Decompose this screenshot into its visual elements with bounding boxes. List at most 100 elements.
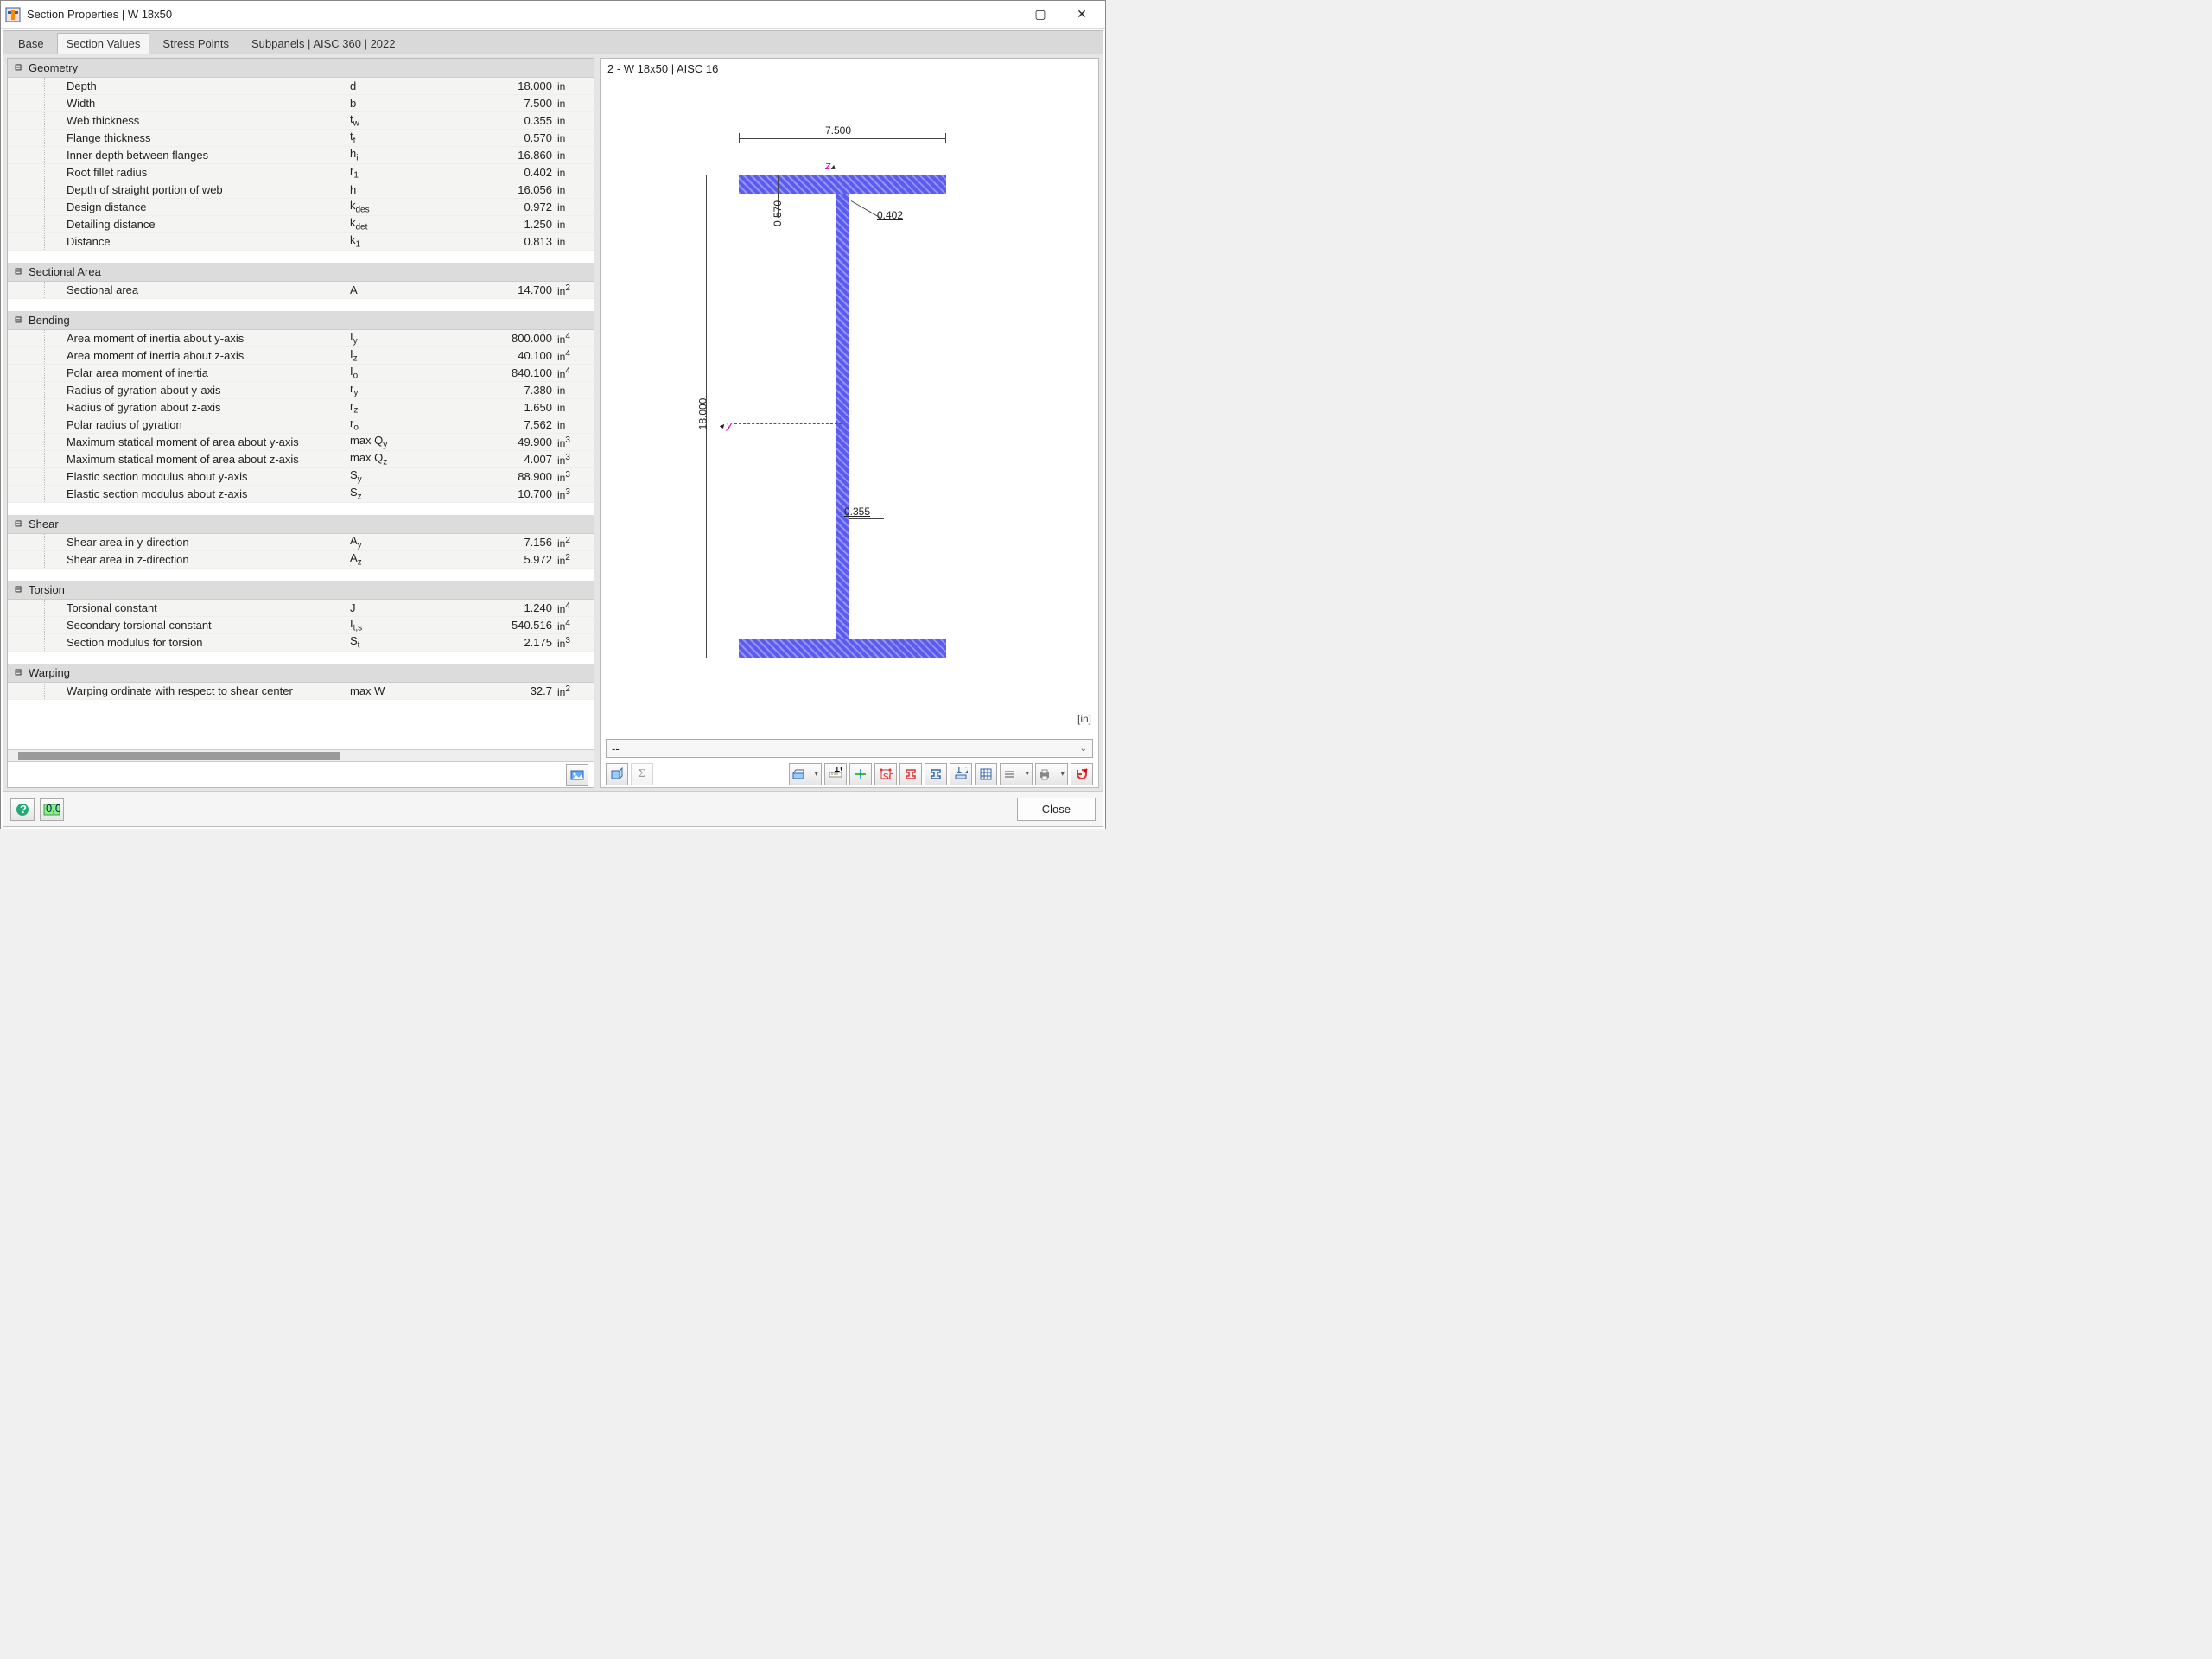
category-torsion[interactable]: ⊟Torsion (8, 581, 594, 600)
property-row[interactable]: Detailing distancekdet1.250in (8, 216, 594, 233)
category-bending[interactable]: ⊟Bending (8, 311, 594, 330)
property-row[interactable]: Area moment of inertia about y-axisIy800… (8, 330, 594, 347)
property-row[interactable]: Shear area in y-directionAy7.156in2 (8, 534, 594, 551)
property-label: Design distance (65, 200, 350, 213)
property-symbol: Iz (350, 347, 419, 364)
property-row[interactable]: Root fillet radiusr10.402in (8, 164, 594, 181)
property-symbol: max W (350, 684, 419, 697)
viewer-toolbar: Σ 100 sc 1 2 3 (601, 760, 1098, 787)
property-label: Depth of straight portion of web (65, 183, 350, 196)
category-label: Geometry (29, 61, 78, 74)
property-unit: in3 (557, 435, 594, 449)
stress-points-button[interactable]: sc (874, 763, 897, 785)
property-row[interactable]: Sectional areaA14.700in2 (8, 282, 594, 299)
numbering-button[interactable]: 1 2 3 (950, 763, 972, 785)
web (836, 194, 849, 639)
grid-button[interactable] (975, 763, 997, 785)
tab-section-values[interactable]: Section Values (57, 33, 150, 54)
property-row[interactable]: Flange thicknesstf0.570in (8, 130, 594, 147)
collapse-icon[interactable]: ⊟ (8, 265, 29, 278)
property-row[interactable]: Maximum statical moment of area about z-… (8, 451, 594, 468)
ibeam-blue-button[interactable] (925, 763, 947, 785)
export-image-button[interactable] (566, 764, 588, 786)
print-dropdown[interactable] (1035, 763, 1068, 785)
property-row[interactable]: Depth of straight portion of webh16.056i… (8, 181, 594, 199)
property-row[interactable]: Torsional constantJ1.240in4 (8, 600, 594, 617)
property-label: Warping ordinate with respect to shear c… (65, 684, 350, 697)
property-value: 16.860 (419, 149, 557, 162)
property-value: 18.000 (419, 79, 557, 92)
bottom-flange (739, 639, 946, 658)
property-value: 1.250 (419, 218, 557, 231)
property-row[interactable]: Widthb7.500in (8, 95, 594, 112)
property-row[interactable]: Area moment of inertia about z-axisIz40.… (8, 347, 594, 365)
minimize-button[interactable]: – (979, 2, 1019, 28)
view-mode-dropdown[interactable] (789, 763, 822, 785)
z-axis-label: z▴ (825, 159, 836, 172)
property-value: 840.100 (419, 366, 557, 379)
property-value: 5.972 (419, 553, 557, 566)
property-row[interactable]: Secondary torsional constantIt,s540.516i… (8, 617, 594, 634)
property-value: 32.7 (419, 684, 557, 697)
ruler-button[interactable]: 100 (824, 763, 847, 785)
property-label: Elastic section modulus about y-axis (65, 470, 350, 483)
property-unit: in (557, 149, 594, 162)
scrollbar-thumb[interactable] (18, 752, 340, 760)
close-button[interactable]: Close (1017, 798, 1096, 821)
property-row[interactable]: Maximum statical moment of area about y-… (8, 434, 594, 451)
property-row[interactable]: Inner depth between flangeshi16.860in (8, 147, 594, 164)
property-row[interactable]: Shear area in z-directionAz5.972in2 (8, 551, 594, 569)
property-symbol: r1 (350, 164, 419, 181)
property-row[interactable]: Polar area moment of inertiaIo840.100in4 (8, 365, 594, 382)
property-row[interactable]: Elastic section modulus about y-axisSy88… (8, 468, 594, 486)
property-row[interactable]: Warping ordinate with respect to shear c… (8, 683, 594, 700)
dim-depth: 18.000 (696, 398, 709, 430)
collapse-icon[interactable]: ⊟ (8, 583, 29, 596)
category-label: Torsion (29, 583, 65, 596)
properties-grid[interactable]: ⊟GeometryDepthd18.000inWidthb7.500inWeb … (8, 59, 594, 749)
section-viewer[interactable]: 7.500 18.000 0.570 (601, 79, 1098, 737)
ibeam-red-button[interactable] (899, 763, 922, 785)
sigma-button[interactable]: Σ (631, 763, 653, 785)
reset-button[interactable] (1071, 763, 1093, 785)
list-dropdown[interactable] (1000, 763, 1033, 785)
property-row[interactable]: Section modulus for torsionSt2.175in3 (8, 634, 594, 652)
property-row[interactable]: Polar radius of gyrationro7.562in (8, 416, 594, 434)
principal-axes-button[interactable] (849, 763, 872, 785)
tab-stress-points[interactable]: Stress Points (153, 33, 238, 54)
units-button[interactable]: 0,00 (40, 798, 64, 821)
property-row[interactable]: Design distancekdes0.972in (8, 199, 594, 216)
tab-base[interactable]: Base (9, 33, 54, 54)
property-symbol: kdes (350, 199, 419, 215)
property-row[interactable]: Depthd18.000in (8, 78, 594, 95)
collapse-icon[interactable]: ⊟ (8, 518, 29, 531)
category-label: Warping (29, 666, 70, 679)
result-selector-dropdown[interactable]: -- ⌄ (606, 739, 1093, 758)
maximize-button[interactable]: ▢ (1020, 2, 1060, 28)
property-value: 40.100 (419, 349, 557, 362)
property-row[interactable]: Radius of gyration about z-axisrz1.650in (8, 399, 594, 416)
svg-text:0,00: 0,00 (46, 804, 60, 815)
property-value: 7.500 (419, 97, 557, 110)
property-label: Width (65, 97, 350, 110)
property-row[interactable]: Web thicknesstw0.355in (8, 112, 594, 130)
property-row[interactable]: Distancek10.813in (8, 233, 594, 251)
property-unit: in2 (557, 553, 594, 567)
close-window-button[interactable]: ✕ (1062, 2, 1102, 28)
values-on-surface-button[interactable] (606, 763, 628, 785)
property-row[interactable]: Radius of gyration about y-axisry7.380in (8, 382, 594, 399)
collapse-icon[interactable]: ⊟ (8, 61, 29, 74)
category-geometry[interactable]: ⊟Geometry (8, 59, 594, 78)
collapse-icon[interactable]: ⊟ (8, 314, 29, 327)
horizontal-scrollbar[interactable] (8, 749, 594, 761)
collapse-icon[interactable]: ⊟ (8, 666, 29, 679)
category-warping[interactable]: ⊟Warping (8, 664, 594, 683)
property-unit: in3 (557, 636, 594, 650)
category-shear[interactable]: ⊟Shear (8, 515, 594, 534)
tab-subpanels-aisc-360-2022[interactable]: Subpanels | AISC 360 | 2022 (242, 33, 405, 54)
help-button[interactable]: ? (10, 798, 35, 821)
property-row[interactable]: Elastic section modulus about z-axisSz10… (8, 486, 594, 503)
property-value: 0.570 (419, 131, 557, 144)
property-symbol: J (350, 601, 419, 614)
category-sectional-area[interactable]: ⊟Sectional Area (8, 263, 594, 282)
